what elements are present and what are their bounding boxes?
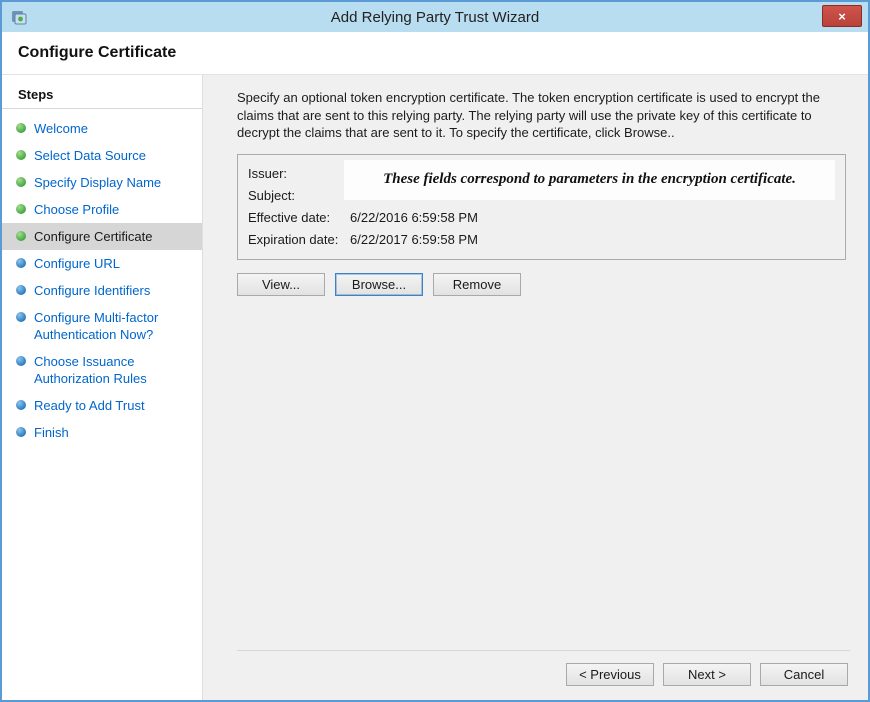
step-label: Select Data Source [34, 147, 146, 164]
page-header: Configure Certificate [2, 32, 868, 75]
steps-list: Welcome Select Data Source Specify Displ… [2, 115, 202, 446]
step-label: Configure Identifiers [34, 282, 150, 299]
step-label: Welcome [34, 120, 88, 137]
step-label: Finish [34, 424, 69, 441]
effective-date-row: Effective date: 6/22/2016 6:59:58 PM [248, 207, 835, 229]
content-pane: Specify an optional token encryption cer… [202, 75, 868, 700]
step-item-finish[interactable]: Finish [2, 419, 202, 446]
steps-heading: Steps [2, 75, 202, 109]
title-bar[interactable]: Add Relying Party Trust Wizard × [2, 2, 868, 32]
wizard-window: Add Relying Party Trust Wizard × Configu… [0, 0, 870, 702]
previous-button[interactable]: < Previous [566, 663, 654, 686]
step-item-select-data-source[interactable]: Select Data Source [2, 142, 202, 169]
annotation-note: These fields correspond to parameters in… [344, 160, 835, 200]
step-status-dot [16, 177, 26, 187]
remove-button[interactable]: Remove [433, 273, 521, 296]
steps-sidebar: Steps Welcome Select Data Source Specify… [2, 75, 202, 700]
step-status-dot [16, 356, 26, 366]
step-item-configure-certificate[interactable]: Configure Certificate [2, 223, 202, 250]
step-status-dot [16, 258, 26, 268]
step-status-dot [16, 285, 26, 295]
step-status-dot [16, 123, 26, 133]
certificate-actions: View... Browse... Remove [237, 273, 850, 296]
issuer-label: Issuer: [248, 163, 350, 185]
step-label: Specify Display Name [34, 174, 161, 191]
step-item-welcome[interactable]: Welcome [2, 115, 202, 142]
browse-button[interactable]: Browse... [335, 273, 423, 296]
step-status-dot [16, 204, 26, 214]
window-title: Add Relying Party Trust Wizard [62, 9, 808, 26]
wizard-footer: < Previous Next > Cancel [237, 650, 850, 700]
step-item-choose-issuance-rules[interactable]: Choose Issuance Authorization Rules [2, 348, 202, 392]
view-button[interactable]: View... [237, 273, 325, 296]
page-title: Configure Certificate [18, 44, 176, 62]
next-button[interactable]: Next > [663, 663, 751, 686]
expiration-date-value: 6/22/2017 6:59:58 PM [350, 229, 478, 251]
step-item-configure-identifiers[interactable]: Configure Identifiers [2, 277, 202, 304]
step-label: Choose Profile [34, 201, 119, 218]
step-label: Configure URL [34, 255, 120, 272]
certificate-info-box: Issuer: Subject: Effective date: 6/22/20… [237, 154, 846, 260]
close-button[interactable]: × [822, 5, 862, 27]
expiration-date-label: Expiration date: [248, 229, 350, 251]
cancel-button[interactable]: Cancel [760, 663, 848, 686]
expiration-date-row: Expiration date: 6/22/2017 6:59:58 PM [248, 229, 835, 251]
step-item-choose-profile[interactable]: Choose Profile [2, 196, 202, 223]
effective-date-value: 6/22/2016 6:59:58 PM [350, 207, 478, 229]
subject-label: Subject: [248, 185, 350, 207]
step-status-dot [16, 312, 26, 322]
app-icon [10, 8, 28, 26]
step-status-dot [16, 400, 26, 410]
content-description: Specify an optional token encryption cer… [237, 89, 850, 142]
wizard-body: Steps Welcome Select Data Source Specify… [2, 75, 868, 700]
step-label: Choose Issuance Authorization Rules [34, 353, 194, 387]
step-status-dot [16, 427, 26, 437]
step-label: Configure Multi-factor Authentication No… [34, 309, 194, 343]
step-label: Ready to Add Trust [34, 397, 145, 414]
step-label: Configure Certificate [34, 228, 153, 245]
step-status-dot [16, 231, 26, 241]
step-item-ready-to-add-trust[interactable]: Ready to Add Trust [2, 392, 202, 419]
step-status-dot [16, 150, 26, 160]
step-item-configure-url[interactable]: Configure URL [2, 250, 202, 277]
step-item-specify-display-name[interactable]: Specify Display Name [2, 169, 202, 196]
step-item-configure-multifactor[interactable]: Configure Multi-factor Authentication No… [2, 304, 202, 348]
effective-date-label: Effective date: [248, 207, 350, 229]
